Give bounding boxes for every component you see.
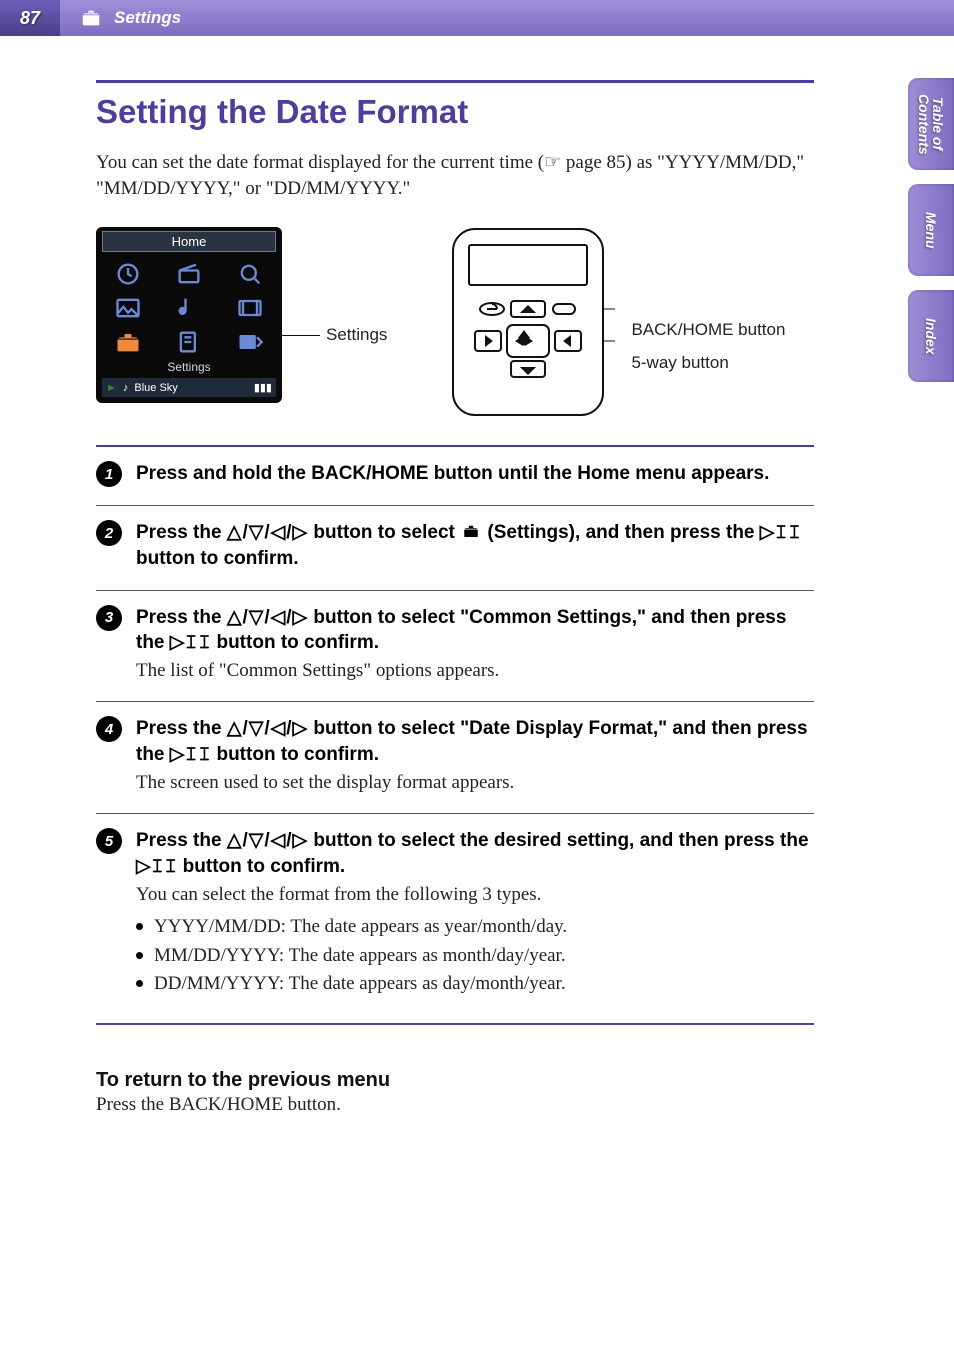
header-section-label: Settings (114, 8, 181, 28)
return-section: To return to the previous menu Press the… (96, 1069, 814, 1116)
tab-index-label: Index (923, 318, 939, 355)
settings-toolbox-icon (112, 328, 144, 356)
search-icon (234, 260, 266, 288)
play-pause-glyph: ▷𝙸𝙸 (136, 856, 177, 877)
step-3-title: Press the △/▽/◁/▷ button to select "Comm… (136, 605, 814, 656)
radio-icon (173, 260, 205, 288)
step-1: 1 Press and hold the BACK/HOME button un… (96, 445, 814, 505)
tab-index[interactable]: Index (908, 290, 954, 382)
dpad-arrows: △/▽/◁/▷ (227, 830, 308, 851)
page-number: 87 (0, 0, 60, 36)
step-number: 4 (96, 716, 122, 742)
playlist-icon (173, 328, 205, 356)
intro-text: You can set the date format displayed fo… (96, 150, 814, 201)
settings-figure-label: Settings (326, 325, 387, 345)
figure-row: Home Settings ► (96, 227, 814, 417)
tab-toc-line2: Contents (916, 94, 932, 155)
step-4: 4 Press the △/▽/◁/▷ button to select "Da… (96, 701, 814, 813)
step-3: 3 Press the △/▽/◁/▷ button to select "Co… (96, 590, 814, 702)
home-settings-label: Settings (102, 360, 276, 374)
tab-menu[interactable]: Menu (908, 184, 954, 276)
photo-icon (112, 294, 144, 322)
step-5-desc: You can select the format from the follo… (136, 882, 814, 908)
return-body: Press the BACK/HOME button. (96, 1094, 814, 1116)
dpad-arrows: △/▽/◁/▷ (227, 718, 308, 739)
step-4-title: Press the △/▽/◁/▷ button to select "Date… (136, 716, 814, 767)
step-5-bullets: YYYY/MM/DD: The date appears as year/mon… (136, 913, 814, 999)
bullet-3: DD/MM/YYYY: The date appears as day/mont… (136, 970, 814, 999)
five-way-label: 5-way button (631, 352, 785, 373)
dpad-arrows: △/▽/◁/▷ (227, 607, 308, 628)
play-indicator-icon: ► (106, 382, 117, 394)
step-3-desc: The list of "Common Settings" options ap… (136, 658, 814, 684)
now-playing-title: Blue Sky (134, 382, 177, 394)
step-number: 1 (96, 461, 122, 487)
toolbox-inline-icon (460, 522, 482, 540)
step-number: 2 (96, 520, 122, 546)
dpad-arrows: △/▽/◁/▷ (227, 522, 308, 543)
home-screen: Home Settings ► (96, 227, 282, 403)
music-icon (173, 294, 205, 322)
header-section: Settings (60, 0, 954, 36)
toolbox-icon (80, 7, 102, 29)
step-5-title: Press the △/▽/◁/▷ button to select the d… (136, 828, 814, 879)
steps-list: 1 Press and hold the BACK/HOME button un… (96, 445, 814, 1025)
tab-toc-line1: Table of (930, 97, 946, 150)
step-2: 2 Press the △/▽/◁/▷ button to select (Se… (96, 505, 814, 589)
return-heading: To return to the previous menu (96, 1069, 814, 1092)
back-home-label: BACK/HOME button (631, 319, 785, 340)
step-1-title: Press and hold the BACK/HOME button unti… (136, 461, 814, 487)
title-rule (96, 80, 814, 83)
step-number: 3 (96, 605, 122, 631)
tab-menu-label: Menu (923, 212, 939, 249)
battery-icon: ▮▮▮ (254, 381, 272, 394)
home-screen-title: Home (102, 231, 276, 252)
now-playing-icon (234, 328, 266, 356)
now-playing-bar: ► ♪ Blue Sky ▮▮▮ (102, 378, 276, 397)
video-icon (234, 294, 266, 322)
player-diagram (445, 227, 615, 417)
page-title: Setting the Date Format (96, 93, 814, 131)
play-pause-glyph: ▷𝙸𝙸 (760, 522, 801, 543)
leader-line (280, 335, 320, 336)
music-note-icon: ♪ (123, 382, 129, 394)
play-pause-glyph: ▷𝙸𝙸 (170, 632, 211, 653)
side-tabs: Table ofContents Menu Index (908, 78, 954, 382)
step-4-desc: The screen used to set the display forma… (136, 770, 814, 796)
tab-toc[interactable]: Table ofContents (908, 78, 954, 170)
play-pause-glyph: ▷𝙸𝙸 (170, 744, 211, 765)
bullet-1: YYYY/MM/DD: The date appears as year/mon… (136, 913, 814, 942)
bullet-2: MM/DD/YYYY: The date appears as month/da… (136, 942, 814, 971)
step-5: 5 Press the △/▽/◁/▷ button to select the… (96, 813, 814, 1024)
step-2-title: Press the △/▽/◁/▷ button to select (Sett… (136, 520, 814, 571)
step-number: 5 (96, 828, 122, 854)
clock-icon (112, 260, 144, 288)
page-header: 87 Settings (0, 0, 954, 36)
